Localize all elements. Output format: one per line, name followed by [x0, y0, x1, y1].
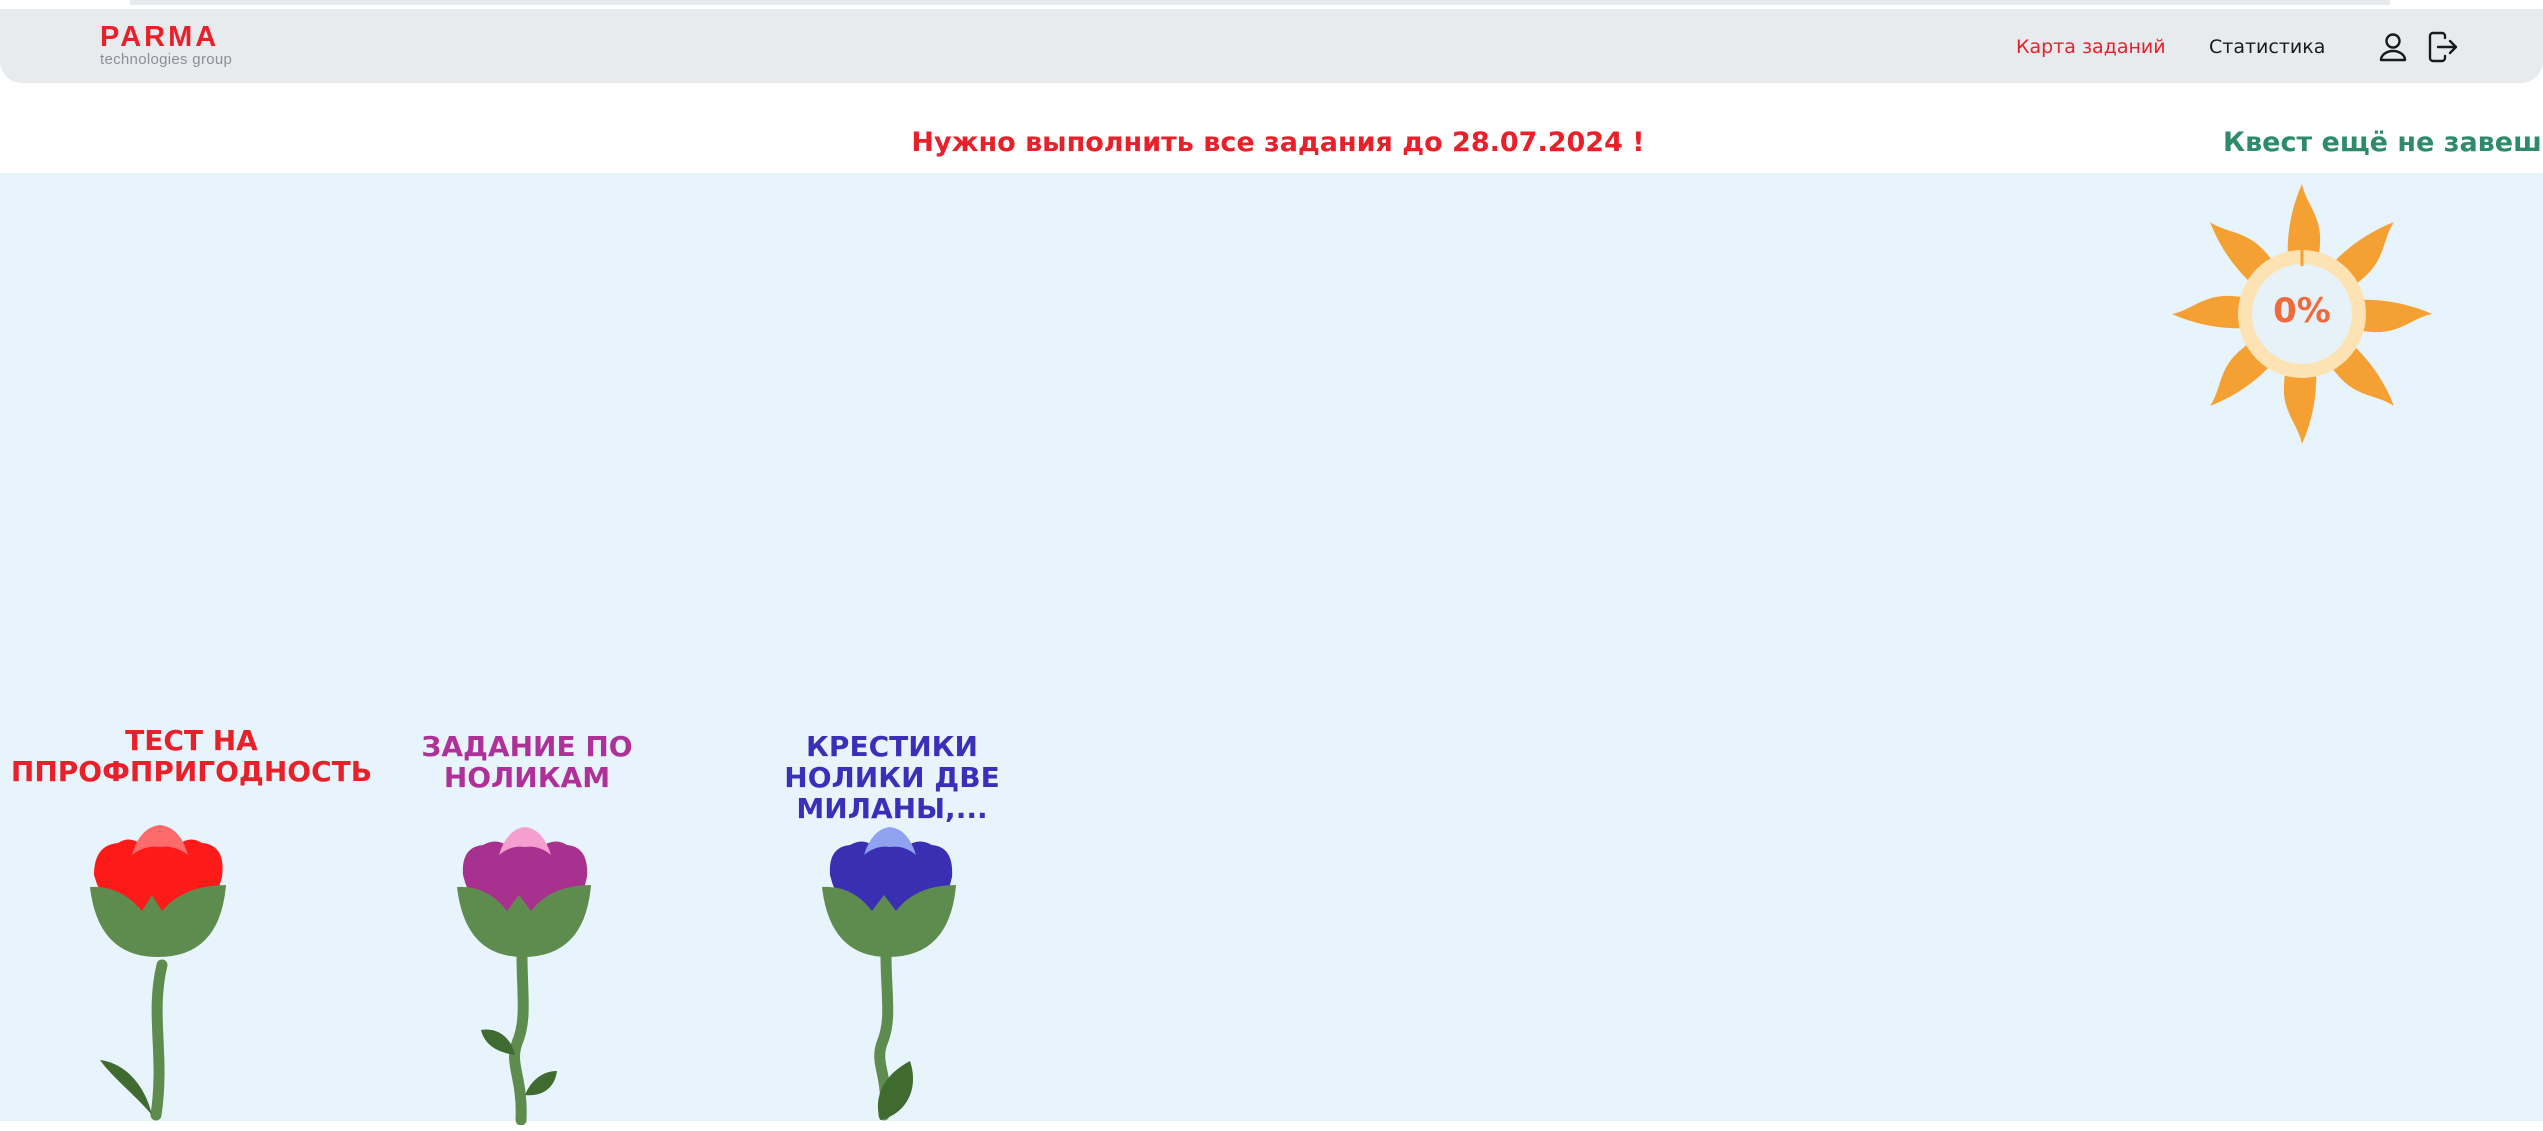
nav-task-map[interactable]: Карта заданий: [2016, 35, 2166, 59]
app-header: PARMA technologies group Карта заданий С…: [0, 9, 2543, 83]
task-map-field: [0, 173, 2543, 1121]
purple-flower-icon[interactable]: [445, 815, 605, 1125]
blue-flower-icon[interactable]: [810, 815, 970, 1125]
red-flower-icon[interactable]: [80, 815, 240, 1125]
logo-tagline: technologies group: [100, 51, 233, 68]
deadline-notice: Нужно выполнить все задания до 28.07.202…: [911, 127, 1645, 158]
nav-statistics[interactable]: Статистика: [2209, 35, 2325, 59]
user-icon[interactable]: [2373, 27, 2413, 67]
quest-status: Квест ещё не завешен: [2223, 127, 2543, 158]
task-title[interactable]: Крестики нолики две Миланы,...: [757, 731, 1027, 824]
logout-icon[interactable]: [2423, 27, 2463, 67]
task-title[interactable]: Задание по ноликам: [405, 731, 649, 793]
task-title[interactable]: Тест на ппрофпригодность: [0, 725, 383, 787]
parma-logo[interactable]: PARMA technologies group: [100, 22, 232, 68]
top-line: [130, 0, 2390, 5]
progress-percent: 0%: [2273, 291, 2331, 331]
logo-name: PARMA: [100, 21, 220, 53]
